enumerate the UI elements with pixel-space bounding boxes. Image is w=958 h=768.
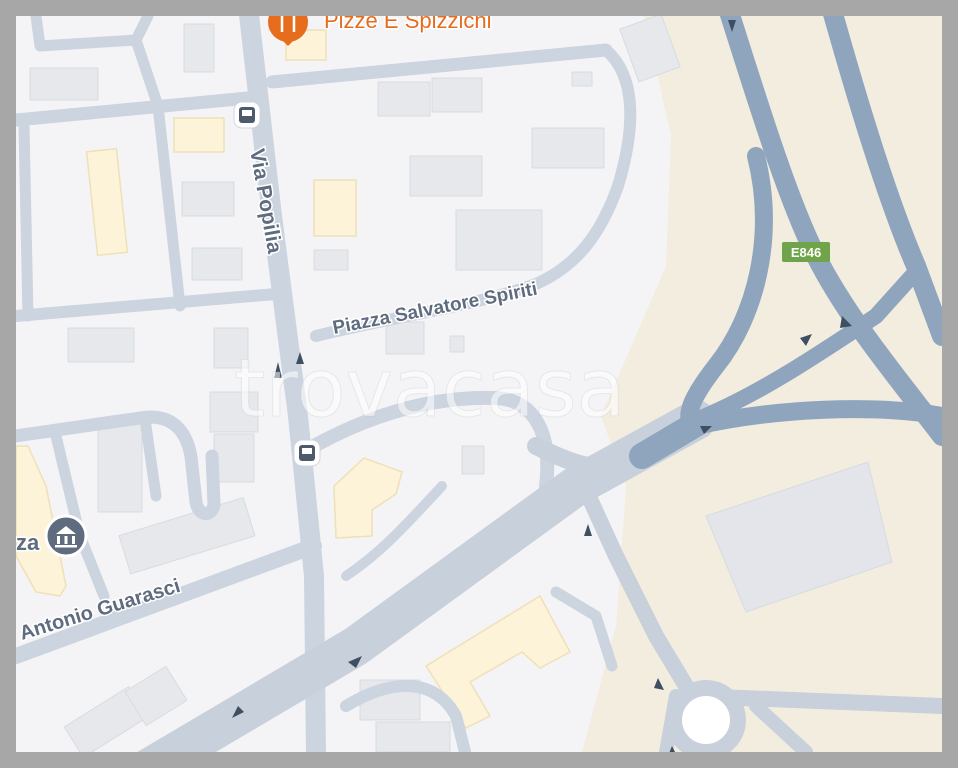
bus-stop-icon[interactable] xyxy=(293,439,321,467)
svg-text:E846: E846 xyxy=(791,245,821,260)
map-view[interactable]: Pizze E Spizzichi Via Popilia Piazza Sal… xyxy=(16,16,942,752)
poi-label[interactable]: Pizze E Spizzichi xyxy=(323,16,494,35)
highway-shield: E846 xyxy=(782,242,830,262)
street-label-piazza: Piazza Salvatore Spiriti xyxy=(331,279,539,339)
roundabout xyxy=(666,680,746,752)
monument-icon[interactable] xyxy=(44,514,88,558)
label-fragment-left: za xyxy=(16,530,40,555)
watermark: trovacasa xyxy=(234,342,626,435)
map-frame: Pizze E Spizzichi Via Popilia Piazza Sal… xyxy=(0,0,958,768)
bus-stop-icon[interactable] xyxy=(233,101,261,129)
